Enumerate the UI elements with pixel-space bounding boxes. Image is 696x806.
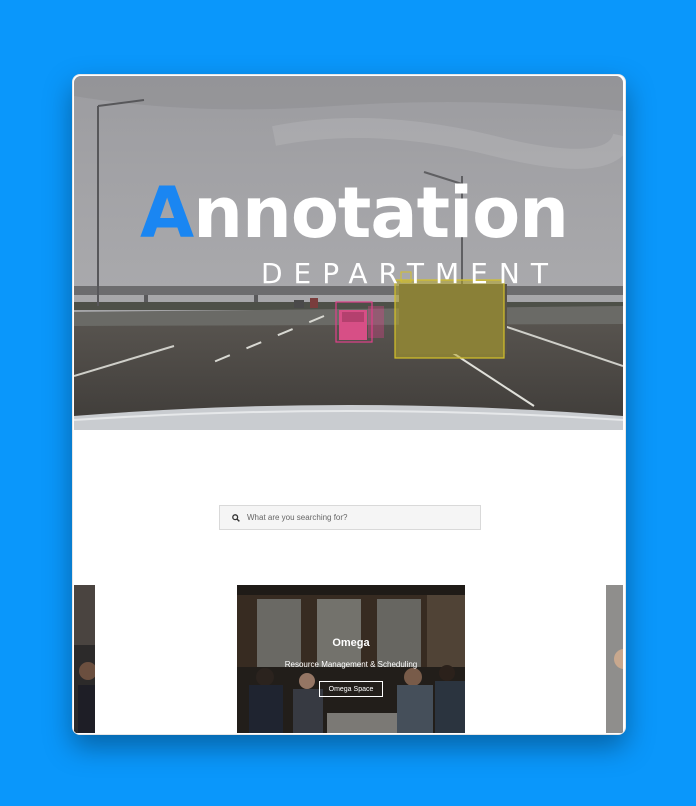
hero-subtitle: DEPARTMENT: [261, 257, 559, 290]
browser-window: Annotation DEPARTMENT What are you searc…: [72, 74, 626, 735]
card-title: Omega: [332, 637, 370, 649]
hero-title: Annotation: [124, 178, 584, 248]
carousel-next-card[interactable]: [606, 585, 623, 733]
card-background-image: [237, 585, 465, 733]
hero-banner: Annotation DEPARTMENT: [74, 76, 623, 430]
omega-card: Omega Resource Management & Scheduling O…: [237, 585, 465, 733]
carousel-prev-card[interactable]: [74, 585, 95, 733]
omega-space-button[interactable]: Omega Space: [319, 681, 383, 697]
card-subtitle: Resource Management & Scheduling: [284, 660, 418, 669]
hero-title-rest: nnotation: [193, 172, 569, 254]
hero-title-accent: A: [139, 172, 194, 254]
search-icon: [227, 509, 245, 527]
search-input[interactable]: [245, 507, 480, 528]
search-bar[interactable]: [219, 505, 481, 530]
